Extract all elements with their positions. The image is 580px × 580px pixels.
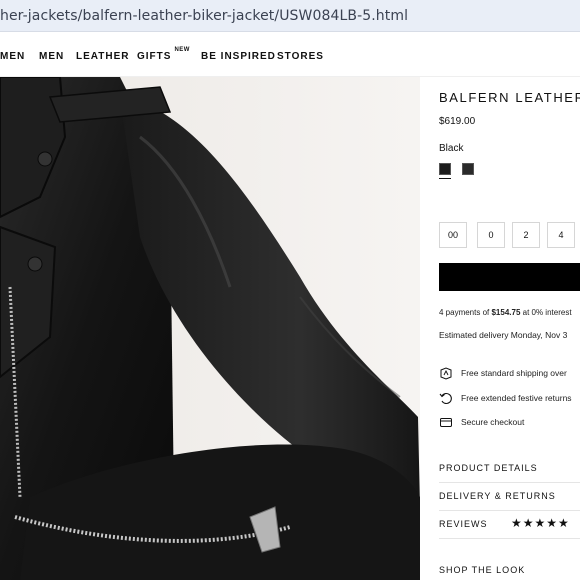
leather-jacket-image (0, 77, 420, 580)
add-to-bag-button[interactable] (439, 263, 580, 291)
perk-text: Free standard shipping over (461, 368, 567, 378)
accordion-shop-the-look[interactable]: SHOP THE LOOK (439, 565, 525, 575)
product-title: BALFERN LEATHER BIKER JACKET (439, 90, 580, 105)
perk-text: Secure checkout (461, 417, 525, 427)
installment-info: 4 payments of $154.75 at 0% interest (439, 308, 572, 317)
installment-suffix: at 0% interest (520, 308, 572, 317)
url-text[interactable]: her-jackets/balfern-leather-biker-jacket… (0, 8, 408, 24)
color-swatch-black[interactable] (439, 163, 451, 175)
browser-address-bar[interactable]: her-jackets/balfern-leather-biker-jacket… (0, 0, 580, 32)
size-button-00[interactable]: 00 (439, 222, 467, 248)
nav-item-gifts-label: GIFTS (137, 51, 172, 62)
reviews-label: REVIEWS (439, 519, 488, 529)
perk-text: Free extended festive returns (461, 393, 572, 403)
star-rating: ★★★★★ (511, 516, 570, 530)
nav-item-men[interactable]: MEN (39, 51, 64, 62)
installment-amount: $154.75 (491, 308, 521, 317)
main-navigation: MEN MEN LEATHER GIFTS NEW BE INSPIRED ST… (0, 33, 580, 77)
divider (439, 510, 580, 511)
credit-card-icon (440, 418, 452, 427)
accordion-reviews[interactable]: REVIEWS ★★★★★ (439, 516, 569, 530)
nav-item-gifts[interactable]: GIFTS NEW (137, 47, 189, 62)
new-badge: NEW (174, 47, 190, 53)
color-swatch-alt[interactable] (462, 163, 474, 175)
nav-item-stores[interactable]: STORES (277, 51, 324, 62)
selected-swatch-indicator (439, 178, 451, 179)
selected-color-label: Black (439, 143, 464, 154)
shipping-box-icon (440, 367, 452, 380)
product-price: $619.00 (439, 116, 476, 127)
size-button-0[interactable]: 0 (477, 222, 505, 248)
nav-item-women[interactable]: MEN (0, 51, 25, 62)
installment-prefix: 4 payments of (439, 308, 492, 317)
nav-item-be-inspired[interactable]: BE INSPIRED (201, 51, 276, 62)
estimated-delivery: Estimated delivery Monday, Nov 3 (439, 330, 568, 340)
size-button-2[interactable]: 2 (512, 222, 540, 248)
product-image[interactable] (0, 77, 420, 580)
returns-arrow-icon (439, 392, 452, 405)
divider (439, 538, 580, 539)
accordion-delivery-returns[interactable]: DELIVERY & RETURNS (439, 491, 556, 501)
accordion-product-details[interactable]: PRODUCT DETAILS (439, 463, 538, 473)
divider (439, 482, 580, 483)
nav-item-leather[interactable]: LEATHER (76, 51, 129, 62)
product-info-panel: BALFERN LEATHER BIKER JACKET $619.00 Bla… (420, 77, 580, 580)
size-button-4[interactable]: 4 (547, 222, 575, 248)
